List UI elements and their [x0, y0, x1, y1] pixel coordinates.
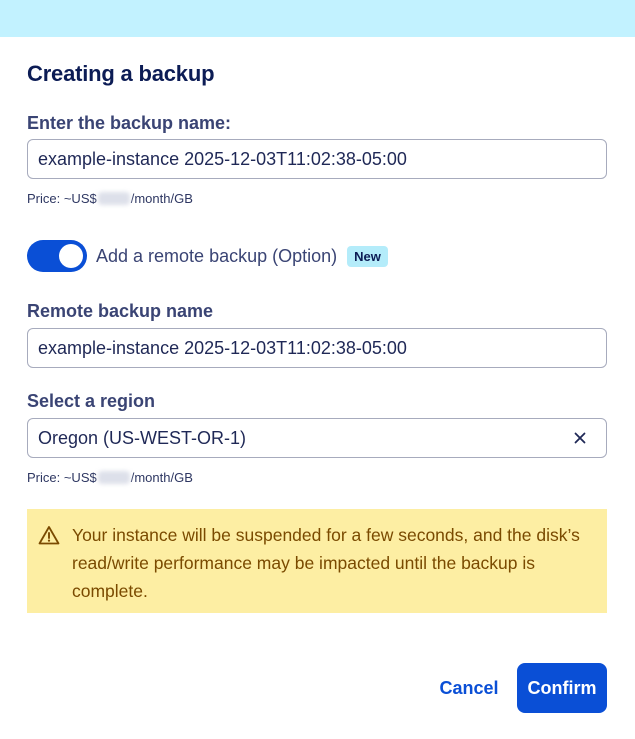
close-icon[interactable]: [572, 430, 588, 446]
backup-name-label: Enter the backup name:: [27, 113, 232, 133]
remote-backup-name-input[interactable]: example-instance 2025-12-03T11:02:38-05:…: [27, 328, 607, 368]
top-band: [0, 0, 635, 37]
backup-price: Price: ~US$ /month/GB: [27, 191, 193, 206]
price-redacted: [97, 471, 130, 484]
remote-backup-label: Add a remote backup (Option): [96, 245, 338, 266]
cancel-button[interactable]: Cancel: [430, 663, 508, 713]
region-select[interactable]: Oregon (US-WEST-OR-1): [27, 418, 607, 458]
warning-text: Your instance will be suspended for a fe…: [72, 525, 580, 601]
remote-backup-toggle[interactable]: [27, 240, 87, 272]
confirm-button[interactable]: Confirm: [517, 663, 607, 713]
remote-backup-row: Add a remote backup (Option) New: [27, 239, 388, 273]
dialog-title: Creating a backup: [27, 61, 215, 86]
new-badge: New: [347, 245, 388, 267]
price-redacted: [97, 192, 130, 205]
region-price: Price: ~US$ /month/GB: [27, 470, 193, 485]
warning-banner: Your instance will be suspended for a fe…: [27, 509, 607, 613]
create-backup-dialog: Creating a backup Enter the backup name:…: [0, 37, 635, 739]
backup-name-value: example-instance 2025-12-03T11:02:38-05:…: [38, 148, 407, 169]
remote-backup-name-value: example-instance 2025-12-03T11:02:38-05:…: [38, 337, 407, 358]
price-prefix: Price: ~US$: [27, 470, 97, 485]
remote-backup-name-label: Remote backup name: [27, 301, 214, 321]
warning-triangle-icon: [38, 525, 60, 545]
region-label: Select a region: [27, 391, 156, 411]
region-value: Oregon (US-WEST-OR-1): [38, 427, 247, 448]
backup-name-input[interactable]: example-instance 2025-12-03T11:02:38-05:…: [27, 139, 607, 179]
toggle-knob: [59, 244, 83, 268]
price-suffix: /month/GB: [130, 470, 193, 485]
price-prefix: Price: ~US$: [27, 191, 97, 206]
price-suffix: /month/GB: [130, 191, 193, 206]
